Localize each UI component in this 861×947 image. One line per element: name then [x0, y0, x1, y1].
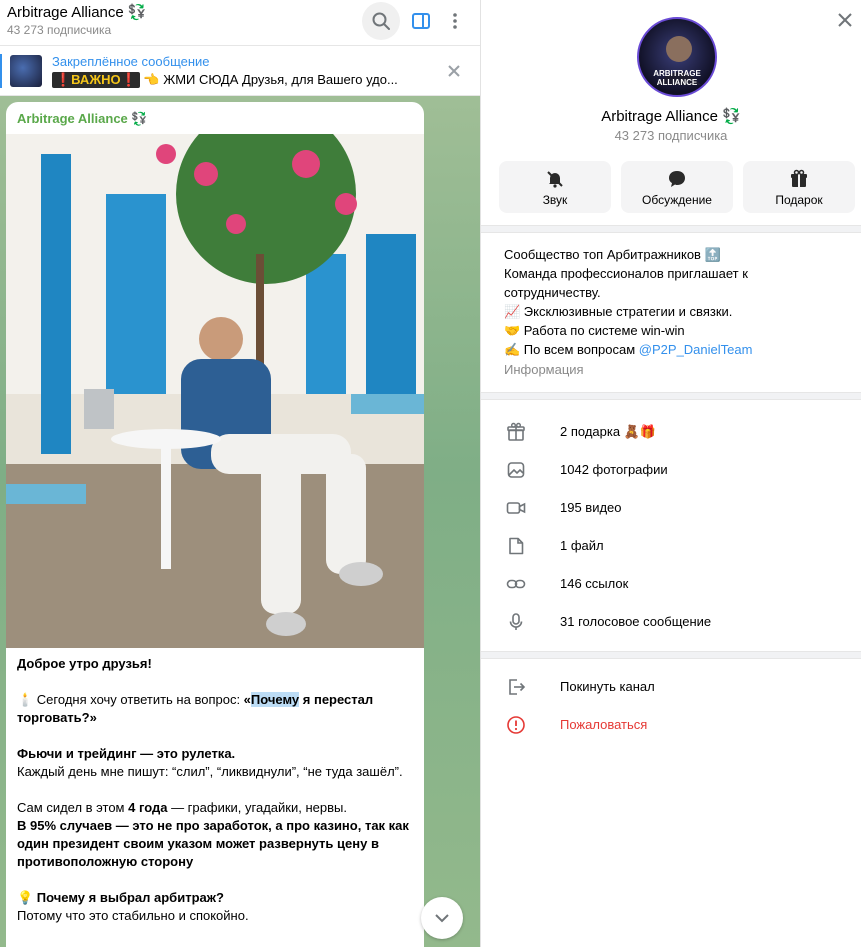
section-divider	[481, 225, 861, 233]
msg-quote-open: «	[243, 692, 251, 707]
logout-icon	[509, 679, 526, 695]
pinned-indicator	[0, 54, 2, 88]
chat-title: Arbitrage Alliance 💱	[7, 4, 147, 21]
toggle-info-button[interactable]	[402, 2, 440, 40]
search-button[interactable]	[362, 2, 400, 40]
close-icon	[838, 13, 852, 27]
chat-pane: Arbitrage Alliance 💱 43 273 подписчика З…	[0, 0, 480, 947]
media-row-label: 1 файл	[560, 538, 604, 553]
bell-off-icon	[547, 171, 563, 188]
leave-channel-button[interactable]: Покинуть канал	[481, 668, 861, 706]
msg-question: 🕯️ Сегодня хочу ответить на вопрос: «Поч…	[17, 691, 417, 727]
photo-illustration	[6, 134, 424, 648]
chat-header[interactable]: Arbitrage Alliance 💱 43 273 подписчика	[0, 0, 480, 46]
gift-label: Подарок	[775, 193, 823, 207]
message-photo[interactable]	[6, 134, 424, 648]
message-text: Доброе утро друзья! 🕯️ Сегодня хочу отве…	[17, 655, 417, 925]
more-menu-button[interactable]	[436, 2, 474, 40]
avatar-logo-text: ARBITRAGE ALLIANCE	[653, 69, 701, 87]
microphone-icon	[509, 613, 523, 630]
channel-avatar[interactable]: ARBITRAGE ALLIANCE	[637, 17, 717, 97]
discussion-button[interactable]: Обсуждение	[621, 161, 733, 213]
msg-greeting: Доброе утро друзья!	[17, 656, 152, 671]
close-icon	[448, 65, 460, 77]
photo-icon	[507, 462, 525, 478]
media-row-label: 2 подарка 🧸🎁	[560, 424, 657, 439]
leave-channel-label: Покинуть канал	[560, 679, 655, 694]
about-line: Команда профессионалов приглашает к сотр…	[504, 266, 748, 300]
pinned-title: Закреплённое сообщение	[52, 54, 210, 69]
pinned-thumbnail	[10, 55, 42, 87]
channel-name: Arbitrage Alliance 💱	[601, 108, 741, 125]
about-line: Сообщество топ Арбитражников 🔝	[504, 247, 721, 262]
pinned-message[interactable]: Закреплённое сообщение ❗ВАЖНО❗ 👈 ЖМИ СЮД…	[0, 46, 480, 96]
media-row-voice[interactable]: 31 голосовое сообщение	[481, 603, 861, 641]
msg-p3-b: — графики, угадайки, нервы.	[167, 800, 347, 815]
pinned-preview: 👈 ЖМИ СЮДА Друзья, для Вашего удо...	[143, 72, 398, 87]
channel-description: Сообщество топ Арбитражников 🔝 Команда п…	[504, 245, 834, 359]
pinned-text: ❗ВАЖНО❗ 👈 ЖМИ СЮДА Друзья, для Вашего уд…	[52, 72, 398, 88]
media-row-label: 146 ссылок	[560, 576, 629, 591]
media-row-gifts[interactable]: 2 подарка 🧸🎁	[481, 413, 861, 451]
report-button[interactable]: Пожаловаться	[481, 706, 861, 744]
msg-p4-text: Потому что это стабильно и спокойно.	[17, 908, 249, 923]
discussion-label: Обсуждение	[642, 193, 712, 207]
sidebar-icon	[412, 13, 430, 29]
msg-p2-text: Каждый день мне пишут: “слил”, “ликвидну…	[17, 764, 403, 779]
msg-p4-bold: 💡 Почему я выбрал арбитраж?	[17, 890, 224, 905]
section-divider	[481, 651, 861, 659]
about-label: Информация	[504, 362, 584, 377]
media-row-label: 195 видео	[560, 500, 622, 515]
media-row-label: 1042 фотографии	[560, 462, 668, 477]
msg-p3-bold2: В 95% случаев — это не про заработок, а …	[17, 818, 409, 869]
channel-info-pane: ARBITRAGE ALLIANCE Arbitrage Alliance 💱 …	[480, 0, 861, 947]
chat-subscribers: 43 273 подписчика	[7, 23, 112, 37]
scroll-down-button[interactable]	[421, 897, 463, 939]
gift-button[interactable]: Подарок	[743, 161, 855, 213]
search-icon	[372, 12, 390, 30]
report-label: Пожаловаться	[560, 717, 648, 732]
msg-p3-a: Сам сидел в этом	[17, 800, 129, 815]
warning-icon	[507, 716, 525, 734]
media-row-videos[interactable]: 195 видео	[481, 489, 861, 527]
section-divider	[481, 392, 861, 400]
about-contact-prefix: ✍️ По всем вопросам	[504, 342, 639, 357]
chevron-down-icon	[435, 914, 449, 923]
about-line: 📈 Эксклюзивные стратегии и связки.	[504, 304, 733, 319]
pinned-close-button[interactable]	[445, 62, 463, 80]
video-icon	[506, 502, 526, 514]
channel-subscribers: 43 273 подписчика	[614, 128, 728, 143]
mute-label: Звук	[542, 193, 568, 207]
media-row-photos[interactable]: 1042 фотографии	[481, 451, 861, 489]
link-icon	[506, 579, 526, 589]
msg-p2-bold: Фьючи и трейдинг — это рулетка.	[17, 746, 236, 761]
about-line: 🤝 Работа по системе win-win	[504, 323, 685, 338]
message-bubble[interactable]: Arbitrage Alliance 💱 Доброе утро друзья!…	[6, 102, 424, 947]
contact-link[interactable]: @P2P_DanielTeam	[639, 342, 753, 357]
gift-icon	[791, 169, 807, 187]
about-contact: ✍️ По всем вопросам @P2P_DanielTeam	[504, 340, 834, 359]
more-vertical-icon	[453, 13, 457, 29]
msg-question-prefix: 🕯️ Сегодня хочу ответить на вопрос:	[17, 692, 244, 707]
message-author[interactable]: Arbitrage Alliance 💱	[17, 111, 148, 127]
msg-p3: Сам сидел в этом 4 года — графики, угада…	[17, 799, 417, 817]
msg-p3-bold: 4 года	[128, 800, 168, 815]
media-row-links[interactable]: 146 ссылок	[481, 565, 861, 603]
file-icon	[509, 537, 524, 555]
media-row-files[interactable]: 1 файл	[481, 527, 861, 565]
mute-button[interactable]: Звук	[499, 161, 611, 213]
info-close-button[interactable]	[835, 10, 855, 30]
media-row-label: 31 голосовое сообщение	[560, 614, 712, 629]
chat-bubble-icon	[669, 171, 685, 187]
gift-icon	[507, 422, 525, 441]
msg-highlight: Почему	[250, 692, 300, 707]
pinned-badge: ❗ВАЖНО❗	[52, 72, 140, 88]
